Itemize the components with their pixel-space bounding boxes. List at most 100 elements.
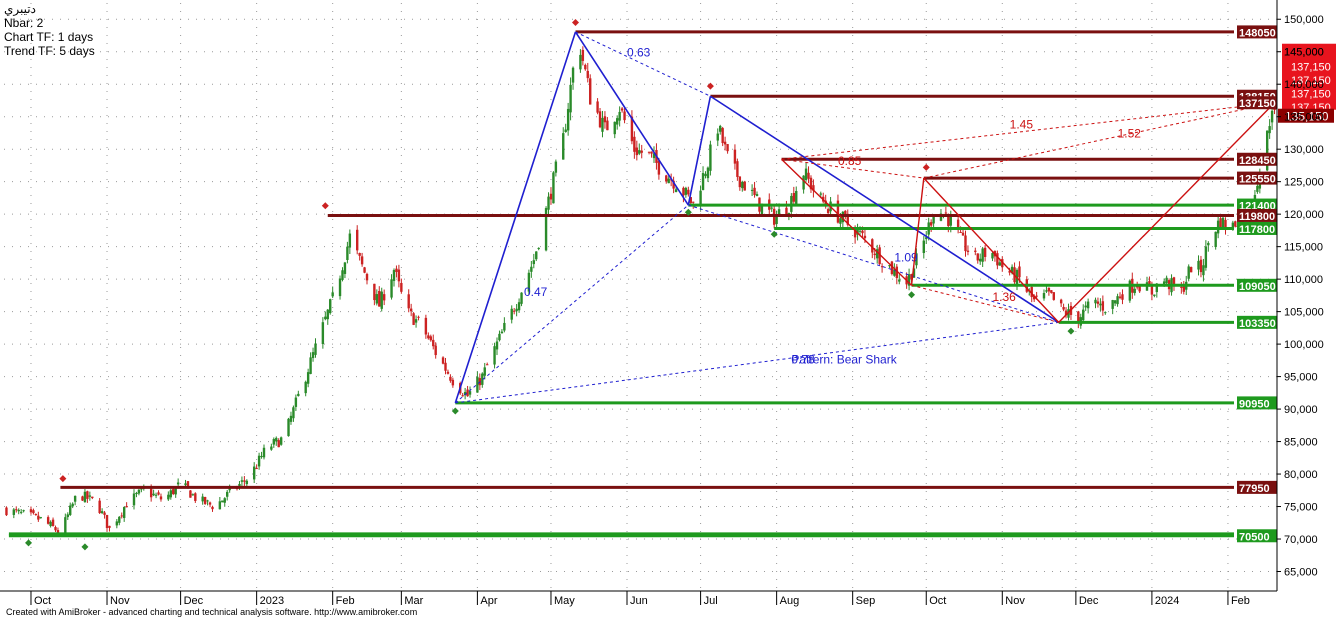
candle-body — [105, 514, 109, 529]
candle-body — [979, 258, 982, 262]
candle-body — [1202, 265, 1205, 276]
candle-body — [839, 218, 842, 224]
candle-body — [414, 319, 418, 323]
candle-body — [961, 232, 965, 236]
level-badge-extra-label: 137150 — [1239, 98, 1276, 110]
red-ratio-label: 0.85 — [838, 154, 862, 168]
candle-body — [262, 447, 266, 458]
candle-body — [964, 235, 967, 252]
y-tick-label: 75,000 — [1284, 502, 1318, 514]
candle-body — [358, 253, 361, 256]
candle-body — [1086, 301, 1090, 309]
pattern-overlap-label: 0.78 — [791, 353, 815, 367]
pivot-high-marker — [59, 475, 67, 483]
y-tick-label: 140,000 — [1284, 79, 1324, 91]
candle-body — [73, 495, 77, 502]
candle-body — [983, 247, 987, 257]
x-tick-label: Dec — [184, 595, 204, 607]
x-tick-label: Aug — [780, 595, 800, 607]
candle-body — [623, 111, 626, 121]
candle-body — [260, 455, 263, 457]
candle-body — [564, 129, 567, 133]
candle-body — [66, 514, 69, 518]
candle-body — [184, 483, 187, 486]
candle-body — [378, 290, 381, 307]
candle-body — [721, 128, 724, 144]
red-ratio-line — [911, 284, 1059, 323]
candle-body — [444, 362, 447, 371]
candle-body — [633, 136, 636, 152]
candle-body — [169, 490, 172, 498]
candle-body — [167, 494, 170, 500]
candle-body — [365, 273, 369, 281]
candle-body — [191, 494, 195, 496]
candle-body — [1256, 185, 1259, 192]
candle-body — [804, 168, 808, 181]
y-tick-label: 65,000 — [1284, 567, 1318, 579]
candle-body — [1133, 288, 1136, 294]
candle-body — [584, 64, 587, 70]
candle-body — [223, 498, 226, 503]
candle-body — [108, 525, 111, 528]
candle-body — [1214, 231, 1217, 248]
candle-body — [562, 133, 565, 160]
candle-body — [243, 480, 246, 482]
price-chart: 0.630.471.09Pattern: Bear Shark0.780.851… — [0, 0, 1336, 607]
x-tick-label: Oct — [34, 595, 51, 607]
candle-body — [64, 517, 67, 533]
x-tick-label: Feb — [336, 595, 355, 607]
candle-body — [733, 149, 737, 164]
candle-body — [699, 190, 702, 206]
candle-body — [1189, 267, 1193, 273]
price-stack-label: 137,150 — [1291, 62, 1331, 74]
candle-body — [424, 317, 428, 335]
x-tick-label: Jun — [630, 595, 648, 607]
candle-body — [944, 212, 948, 214]
candle-body — [579, 54, 582, 70]
candle-body — [103, 512, 106, 515]
candle-body — [512, 310, 516, 312]
blue-ratio-line — [455, 321, 1059, 404]
y-tick-label: 150,000 — [1284, 14, 1324, 26]
level-badge-label-119800: 119800 — [1239, 211, 1275, 223]
red-ratio-label: 1.36 — [992, 290, 1016, 304]
candle-body — [569, 84, 572, 113]
candle-body — [137, 489, 141, 494]
candle-body — [976, 253, 979, 261]
blue-ratio-label: 0.47 — [524, 285, 548, 299]
candle-body — [1234, 221, 1237, 227]
x-tick-label: Feb — [1231, 595, 1250, 607]
candle-body — [991, 253, 994, 259]
candle-body — [132, 493, 136, 506]
candle-body — [69, 505, 72, 515]
blue-leg-bc — [687, 96, 712, 206]
x-tick-label: May — [554, 595, 575, 607]
level-badge-label-128450: 128450 — [1239, 155, 1276, 167]
candle-body — [172, 489, 175, 495]
candle-body — [240, 480, 244, 482]
candle-body — [100, 511, 104, 514]
candle-body — [329, 299, 332, 314]
candle-body — [1101, 301, 1105, 311]
candle-body — [998, 262, 1002, 266]
candle-body — [981, 248, 984, 262]
candle-body — [498, 333, 501, 341]
candle-body — [701, 173, 705, 190]
candle-body — [665, 175, 668, 182]
nbar-label: Nbar: 2 — [4, 16, 44, 30]
candle-body — [434, 345, 437, 356]
candle-body — [86, 491, 89, 499]
candle-body — [532, 260, 536, 265]
candle-body — [432, 339, 435, 347]
candle-body — [483, 367, 486, 376]
candle-body — [382, 294, 386, 301]
candle-body — [537, 247, 540, 249]
candle-body — [667, 178, 670, 184]
chart-info: دتيبري Nbar: 2 Chart TF: 1 days Trend TF… — [4, 2, 95, 58]
level-badge-label-70500: 70500 — [1239, 531, 1270, 543]
candle-body — [29, 509, 33, 513]
candle-body — [289, 415, 293, 422]
candle-body — [706, 167, 710, 179]
candle-body — [294, 397, 298, 407]
candle-body — [451, 379, 455, 386]
